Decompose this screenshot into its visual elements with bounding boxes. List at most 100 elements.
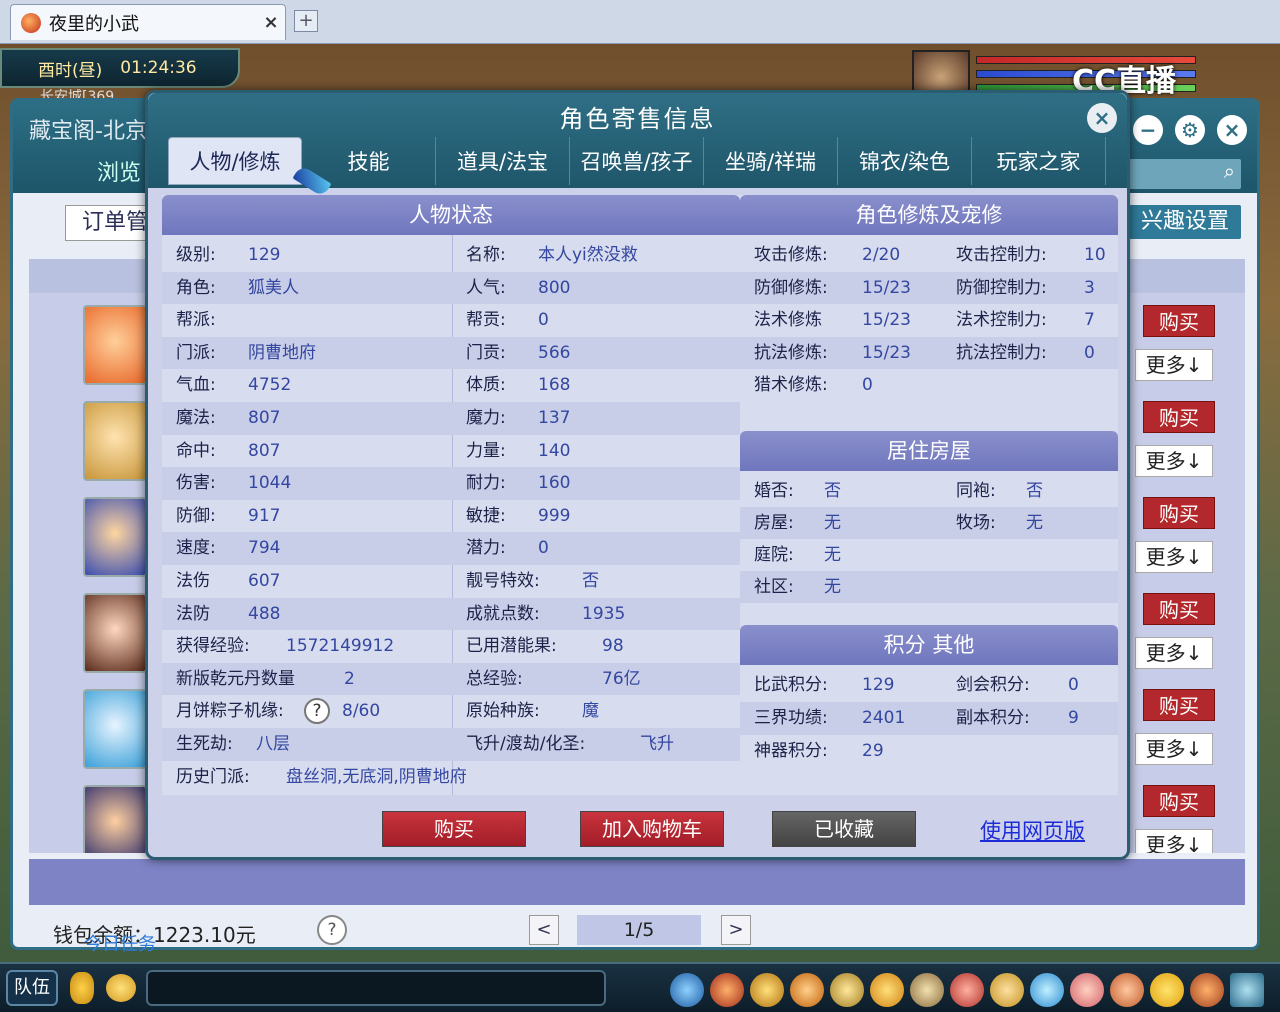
interest-settings-button[interactable]: 兴趣设置	[1129, 205, 1241, 239]
role-consignment-dialog: 角色寄售信息 × 人物/修炼 技能 道具/法宝 召唤兽/孩子 坐骑/祥瑞 锦衣/染色 玩家之…	[145, 90, 1130, 860]
field-label: 抗法修炼:	[754, 342, 828, 363]
field-label: 月饼粽子机缘:	[176, 701, 284, 722]
buy-button[interactable]: 购买	[382, 811, 526, 847]
listing-avatar[interactable]	[83, 593, 147, 673]
info-row: 防御: 917 敏捷: 999	[162, 500, 740, 533]
close-icon[interactable]: ×	[1217, 115, 1247, 145]
listing-more-button[interactable]: 更多↓	[1135, 541, 1213, 573]
time-period: 酉时(昼)	[38, 60, 103, 81]
field-value: 76亿	[602, 668, 641, 689]
listing-avatar[interactable]	[83, 401, 147, 481]
panel-heading: 人物状态	[162, 195, 740, 235]
field-label: 原始种族:	[466, 701, 540, 722]
peach-icon[interactable]	[1070, 973, 1104, 1007]
browse-tab[interactable]: 浏览	[97, 155, 141, 187]
help-icon[interactable]: ?	[317, 915, 347, 945]
emote-smile-icon[interactable]	[1150, 973, 1184, 1007]
use-web-version-link[interactable]: 使用网页版	[980, 815, 1085, 845]
listing-avatar[interactable]	[83, 305, 147, 385]
listing-buy-button[interactable]: 购买	[1143, 305, 1215, 337]
field-label: 速度:	[176, 538, 216, 559]
gang-icon[interactable]	[950, 973, 984, 1007]
listing-more-button[interactable]: 更多↓	[1135, 445, 1213, 477]
cbg-title: 藏宝阁-北京	[29, 119, 147, 144]
browser-tab[interactable]: 夜里的小武 ×	[10, 4, 286, 40]
field-label: 人气:	[466, 277, 506, 298]
handshake-icon[interactable]	[1110, 973, 1144, 1007]
chat-bubble-icon[interactable]	[106, 974, 136, 1002]
favorited-button[interactable]: 已收藏	[772, 811, 916, 847]
field-label: 剑会积分:	[956, 675, 1030, 695]
field-value: 140	[538, 440, 571, 461]
tab-mounts[interactable]: 坐骑/祥瑞	[704, 137, 838, 185]
trade-icon[interactable]	[790, 973, 824, 1007]
item-bag-icon[interactable]	[710, 973, 744, 1007]
tab-player-home[interactable]: 玩家之家	[972, 137, 1106, 185]
field-value: 566	[538, 342, 571, 363]
field-value: 魔	[582, 701, 599, 722]
info-row: 新版乾元丹数量 2 总经验: 76亿	[162, 662, 740, 696]
quest-scroll-icon[interactable]	[910, 973, 944, 1007]
housing-panel: 居住房屋 婚否: 否同袍: 否房屋: 无牧场: 无庭院: 无社区: 无	[740, 431, 1118, 627]
info-row: 命中: 807 力量: 140	[162, 435, 740, 468]
listing-more-button[interactable]: 更多↓	[1135, 637, 1213, 669]
listing-more-button[interactable]: 更多↓	[1135, 733, 1213, 765]
field-label: 飞升/渡劫/化圣:	[466, 734, 586, 754]
field-value: 无	[824, 545, 841, 565]
info-row: 攻击修炼: 2/20 攻击控制力: 10	[740, 239, 1118, 272]
microphone-icon[interactable]	[70, 972, 94, 1004]
listing-buy-button[interactable]: 购买	[1143, 401, 1215, 433]
tab-close-icon[interactable]: ×	[257, 12, 285, 33]
clock-time: 01:24:36	[120, 58, 197, 78]
field-value: 160	[538, 473, 571, 494]
listing-more-button[interactable]: 更多↓	[1135, 349, 1213, 381]
info-row: 法防 488 成就点数: 1935	[162, 597, 740, 631]
system-icon[interactable]	[1190, 973, 1224, 1007]
field-label: 体质:	[466, 375, 506, 396]
chat-input[interactable]	[146, 970, 606, 1006]
team-icon[interactable]	[830, 973, 864, 1007]
give-icon[interactable]	[750, 973, 784, 1007]
field-value: 2401	[862, 708, 906, 728]
tab-summons[interactable]: 召唤兽/孩子	[570, 137, 704, 185]
listing-buy-button[interactable]: 购买	[1143, 593, 1215, 625]
computer-icon[interactable]	[1230, 973, 1264, 1007]
field-label: 力量:	[466, 440, 506, 461]
daily-task-link[interactable]: 今日任务	[84, 930, 156, 956]
pet-icon[interactable]	[870, 973, 904, 1007]
team-button[interactable]: 队伍	[6, 970, 58, 1006]
next-page-button[interactable]: >	[721, 915, 751, 945]
add-to-cart-button[interactable]: 加入购物车	[580, 811, 724, 847]
tab-character[interactable]: 人物/修炼	[168, 137, 302, 185]
tab-items[interactable]: 道具/法宝	[436, 137, 570, 185]
list-footer	[29, 859, 1245, 905]
info-row: 魔法: 807 魔力: 137	[162, 402, 740, 435]
settings-gear-icon[interactable]: ⚙	[1175, 115, 1205, 145]
minimize-icon[interactable]: −	[1133, 115, 1163, 145]
field-label: 帮贡:	[466, 310, 506, 331]
prev-page-button[interactable]: <	[529, 915, 559, 945]
field-label: 婚否:	[754, 481, 794, 501]
page-indicator: 1/5	[577, 915, 701, 945]
listing-avatar[interactable]	[83, 785, 147, 853]
listing-buy-button[interactable]: 购买	[1143, 689, 1215, 721]
search-icon[interactable]: ⌕	[1123, 159, 1241, 189]
listing-buy-button[interactable]: 购买	[1143, 497, 1215, 529]
listing-avatar[interactable]	[83, 689, 147, 769]
field-label: 门贡:	[466, 342, 506, 363]
game-clock: 酉时(昼) 01:24:36	[0, 48, 240, 88]
field-value: 1935	[582, 603, 626, 624]
field-value: 7	[1084, 310, 1095, 331]
listing-more-button[interactable]: 更多↓	[1135, 829, 1213, 853]
info-row: 法术修炼 15/23 法术控制力: 7	[740, 304, 1118, 337]
tab-outfits[interactable]: 锦衣/染色	[838, 137, 972, 185]
attack-icon[interactable]	[670, 973, 704, 1007]
new-tab-button[interactable]: +	[294, 10, 318, 32]
bell-icon[interactable]	[990, 973, 1024, 1007]
dialog-close-icon[interactable]: ×	[1087, 103, 1117, 133]
info-row: 法伤 607 靓号特效: 否	[162, 565, 740, 598]
listing-avatar[interactable]	[83, 497, 147, 577]
listing-buy-button[interactable]: 购买	[1143, 785, 1215, 817]
map-icon[interactable]	[1030, 973, 1064, 1007]
field-label: 神器积分:	[754, 741, 828, 761]
